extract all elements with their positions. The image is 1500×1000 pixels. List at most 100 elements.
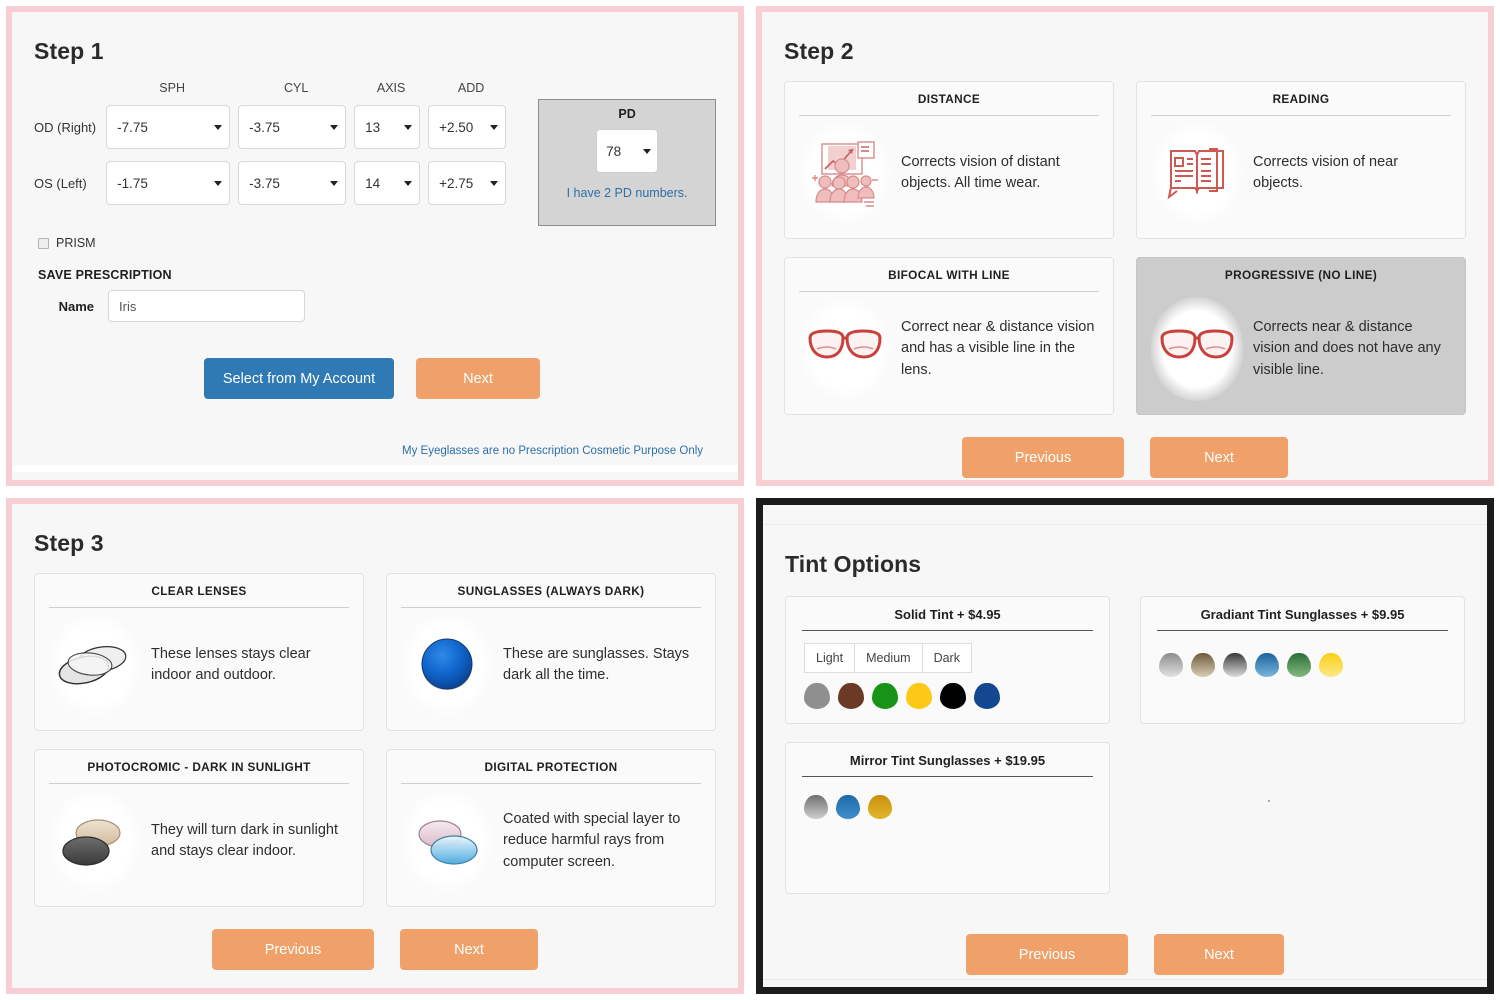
gradient-tint-title: Gradiant Tint Sunglasses + $9.95 — [1157, 607, 1448, 631]
tint-next-button[interactable]: Next — [1154, 934, 1284, 975]
open-book-icon — [1151, 121, 1243, 225]
table-header-row: SPH CYL AXIS ADD — [34, 81, 514, 105]
card-text: They will turn dark in sunlight and stay… — [151, 821, 338, 859]
cosmetic-purpose-link[interactable]: My Eyeglasses are no Prescription Cosmet… — [402, 445, 703, 457]
step2-frame: Step 2 DISTANCE Corrects vision of dista… — [756, 6, 1494, 486]
tint-options-frame: Tint Options Solid Tint + $4.95 Light Me… — [756, 498, 1494, 994]
os-axis-select[interactable]: 14 — [354, 161, 421, 205]
od-axis-value: 13 — [365, 119, 381, 135]
prism-row[interactable]: PRISM — [38, 236, 716, 250]
gradient-swatch-brown[interactable] — [1191, 653, 1215, 677]
step3-previous-button[interactable]: Previous — [212, 929, 374, 970]
step2-next-button[interactable]: Next — [1150, 437, 1288, 478]
chevron-down-icon — [404, 181, 413, 186]
tint-cards: Solid Tint + $4.95 Light Medium Dark Gra… — [785, 596, 1465, 894]
swatch-blue[interactable] — [974, 683, 1000, 709]
tint-top-strip — [763, 515, 1487, 525]
card-distance[interactable]: DISTANCE Corrects vision of distant obje… — [784, 81, 1114, 239]
gradient-swatch-yellow[interactable] — [1319, 653, 1343, 677]
mirror-swatch-blue[interactable] — [836, 795, 860, 819]
od-axis-select[interactable]: 13 — [354, 105, 421, 149]
swatch-brown[interactable] — [838, 683, 864, 709]
step3-frame: Step 3 CLEAR LENSES These lenses stays c… — [6, 498, 744, 994]
intensity-dark-button[interactable]: Dark — [921, 643, 972, 673]
clear-lens-icon — [49, 613, 141, 717]
card-photochromic[interactable]: PHOTOCROMIC - DARK IN SUNLIGHT They will… — [34, 749, 364, 907]
os-cyl-select[interactable]: -3.75 — [238, 161, 347, 205]
step1-next-button[interactable]: Next — [416, 358, 540, 399]
blue-lens-icon — [401, 613, 493, 717]
card-reading[interactable]: READING Corrects vision of near objects. — [1136, 81, 1466, 239]
od-cyl-value: -3.75 — [249, 119, 280, 135]
gradient-swatch-charcoal[interactable] — [1223, 653, 1247, 677]
tint-nav: Previous Next — [785, 934, 1465, 975]
step1-frame: Step 1 SPH CYL AXIS ADD OD (Right) -7.75 — [6, 6, 744, 486]
step2-panel: Step 2 DISTANCE Corrects vision of dista… — [750, 0, 1500, 492]
select-from-account-button[interactable]: Select from My Account — [204, 358, 394, 399]
step1-actions: Select from My Account Next — [204, 358, 716, 399]
intensity-light-button[interactable]: Light — [804, 643, 856, 673]
card-digital-protection[interactable]: DIGITAL PROTECTION Coated with special l… — [386, 749, 716, 907]
os-axis-value: 14 — [365, 175, 381, 191]
mirror-swatch-gold[interactable] — [868, 795, 892, 819]
gradient-swatch-blue[interactable] — [1255, 653, 1279, 677]
swatch-gray[interactable] — [804, 683, 830, 709]
od-cyl-select[interactable]: -3.75 — [238, 105, 347, 149]
step1-bottom-strip — [12, 465, 738, 472]
chevron-down-icon — [490, 125, 499, 130]
card-text: Corrects vision of distant objects. All … — [901, 153, 1060, 191]
card-bifocal[interactable]: BIFOCAL WITH LINE Correct near & distanc… — [784, 257, 1114, 415]
solid-tint-card[interactable]: Solid Tint + $4.95 Light Medium Dark — [785, 596, 1110, 724]
card-text: Correct near & distance vision and has a… — [901, 319, 1095, 378]
os-add-select[interactable]: +2.75 — [428, 161, 507, 205]
prism-label: PRISM — [56, 236, 96, 250]
chevron-down-icon — [214, 125, 223, 130]
tint-options-panel: Tint Options Solid Tint + $4.95 Light Me… — [750, 492, 1500, 1000]
os-sph-select[interactable]: -1.75 — [106, 161, 231, 205]
header-cyl: CYL — [283, 81, 309, 95]
tint-previous-button[interactable]: Previous — [966, 934, 1128, 975]
card-title: SUNGLASSES (ALWAYS DARK) — [401, 584, 701, 608]
gradient-tint-card[interactable]: Gradiant Tint Sunglasses + $9.95 — [1140, 596, 1465, 724]
gradient-swatch-gray[interactable] — [1159, 653, 1183, 677]
table-row: OS (Left) -1.75 -3.75 14 +2.75 — [34, 161, 514, 217]
swatch-green[interactable] — [872, 683, 898, 709]
card-title: CLEAR LENSES — [49, 584, 349, 608]
pd-title: PD — [618, 107, 636, 121]
prism-checkbox[interactable] — [38, 237, 49, 249]
card-title: READING — [1151, 92, 1451, 116]
prescription-table: SPH CYL AXIS ADD OD (Right) -7.75 -3.75 … — [34, 81, 514, 217]
card-text: Corrects vision of near objects. — [1253, 153, 1399, 191]
step3-nav: Previous Next — [34, 929, 716, 970]
intensity-medium-button[interactable]: Medium — [854, 643, 923, 673]
card-text: Corrects near & distance vision and does… — [1253, 319, 1441, 378]
step2-previous-button[interactable]: Previous — [962, 437, 1124, 478]
card-clear-lenses[interactable]: CLEAR LENSES These lenses stays clear in… — [34, 573, 364, 731]
pd-select[interactable]: 78 — [596, 129, 659, 173]
header-axis: AXIS — [376, 81, 406, 95]
card-text: These lenses stays clear indoor and outd… — [151, 645, 311, 683]
od-sph-select[interactable]: -7.75 — [106, 105, 231, 149]
mirror-tint-title: Mirror Tint Sunglasses + $19.95 — [802, 753, 1093, 777]
step3-panel: Step 3 CLEAR LENSES These lenses stays c… — [0, 492, 750, 1000]
lens-coating-cards: CLEAR LENSES These lenses stays clear in… — [34, 573, 716, 907]
card-sunglasses[interactable]: SUNGLASSES (ALWAYS DARK) These are sungl… — [386, 573, 716, 731]
gradient-swatch-green[interactable] — [1287, 653, 1311, 677]
name-input[interactable] — [108, 290, 305, 322]
two-pd-numbers-link[interactable]: I have 2 PD numbers. — [567, 186, 688, 200]
mirror-swatch-silver[interactable] — [804, 795, 828, 819]
swatch-black[interactable] — [940, 683, 966, 709]
step1-panel: Step 1 SPH CYL AXIS ADD OD (Right) -7.75 — [0, 0, 750, 492]
mirror-tint-card[interactable]: Mirror Tint Sunglasses + $19.95 — [785, 742, 1110, 894]
step3-next-button[interactable]: Next — [400, 929, 538, 970]
card-title: PHOTOCROMIC - DARK IN SUNLIGHT — [49, 760, 349, 784]
swatch-yellow[interactable] — [906, 683, 932, 709]
chevron-down-icon — [330, 125, 339, 130]
eyeglasses-icon — [1151, 297, 1243, 401]
card-progressive[interactable]: PROGRESSIVE (NO LINE) Corrects near & di… — [1136, 257, 1466, 415]
od-add-select[interactable]: +2.50 — [428, 105, 507, 149]
card-text: Coated with special layer to reduce harm… — [503, 811, 681, 870]
card-title: PROGRESSIVE (NO LINE) — [1151, 268, 1451, 292]
chevron-down-icon — [330, 181, 339, 186]
step3-title: Step 3 — [34, 530, 104, 556]
